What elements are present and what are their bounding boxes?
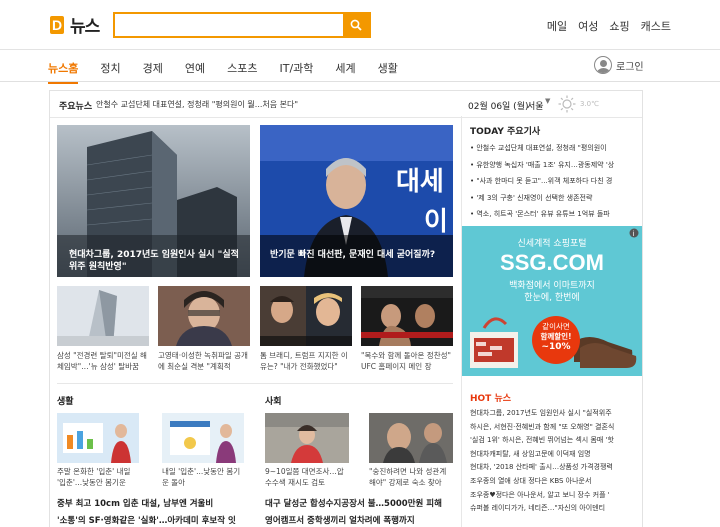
nav-cast[interactable]: 캐스트 [641,18,671,34]
ad-badge-line-2: 함께할인! [540,332,572,341]
tab-it-science[interactable]: IT/과학 [280,60,314,84]
section-life-title[interactable]: 생활 [57,394,74,407]
today-item[interactable]: 안철수 교섭단체 대표연설, 정청래 "평의원이 [470,143,642,160]
overlay-text-2: 이 [424,207,448,237]
hot-item[interactable]: 슈퍼볼 레이디가가, 네티즌…"자신의 아이덴티 [470,503,642,517]
thumb-weather-2[interactable] [162,413,244,463]
search-box [113,12,371,38]
thumb-brady[interactable] [260,286,352,346]
society-headline-1[interactable]: 대구 달성군 합성수지공장서 불…5000만원 피해 [265,497,455,509]
main-card-hyundai[interactable]: 현대차그룹, 2017년도 임원인사 실시 "실적위주 원칙반영" [57,125,250,277]
ticker-label: 주요뉴스 [59,102,93,112]
trump-brady-image [260,286,352,346]
hot-news: HOT 뉴스 현대차그룹, 2017년도 임원인사 실시 "실적위주 하시은, … [462,385,642,517]
ad-discount-badge: 같이사면 함께할인! ~10% [532,316,580,364]
hot-item[interactable]: 현대차, '2018 산타페' 출시…상품성 가격경쟁력 [470,462,642,476]
hot-item[interactable]: 하시은, 서현진·전혜빈과 함께 "또 오해영" 결혼식 [470,422,642,436]
thumb-society-1-title[interactable]: 9~10일쯤 대면조사…압수수색 재시도 검토 [265,466,349,488]
ad-brand-top: 신세계적 쇼핑포털 [517,239,587,249]
main-card-moon-title: 반기문 빠진 대선판, 문재인 대세 굳어질까? [270,250,436,260]
weather-city[interactable]: 서울 [527,99,544,112]
sun-icon [558,95,576,113]
samsung-building-image [57,286,149,346]
hot-item[interactable]: 조우종♥정다은 아나운서, 알고 보니 장수 커플 ' [470,490,642,504]
main-card-hyundai-title: 현대차그룹, 2017년도 임원인사 실시 "실적위주 원칙반영" [69,250,239,272]
life-headline-2[interactable]: '소통'의 SF·영화같은 '실화'…아카데미 후보작 잇 [57,514,247,526]
logo-letter: D [50,15,64,34]
society-headline-2[interactable]: 영어캠프서 중학생끼리 얼차려에 폭행까지 [265,514,455,526]
hot-item[interactable]: '실검 1위' 하시은, 전혜빈 뛰어넘는 섹시 몸매 '핫 [470,435,642,449]
tab-sports[interactable]: 스포츠 [227,60,257,84]
daum-news-logo[interactable]: D 뉴스 [50,12,100,37]
thumb-samsung[interactable] [57,286,149,346]
life-headline-1[interactable]: 중부 최고 10cm 입춘 대설, 남부엔 겨울비 [57,497,213,509]
tab-life[interactable]: 생활 [378,60,398,84]
ticker-date: 02월 06일 (월) [468,102,529,112]
thumb-choi-title[interactable]: 고영태·이성한 녹취파일 공개에 최순실 격분 "계획적 [158,350,250,372]
thumb-choi[interactable] [158,286,250,346]
thumb-weather-1-title[interactable]: 주말 온화한 '입춘' 내일 '입춘'...낮동안 봄기운 [57,466,139,488]
weather-temp: 3.0℃ [580,100,599,108]
thumb-ufc-title[interactable]: "복수와 함께 돌아온 정찬성" UFC 홈페이지 메인 장 [361,350,453,372]
hot-item[interactable]: 현대차그룹, 2017년도 임원인사 실시 "실적위주 [470,408,642,422]
hot-item[interactable]: 현대차캐피탈, 새 상임고문에 이덕재 임명 [470,449,642,463]
thumb-weather-2-title[interactable]: 내일 '입춘'...낮동안 봄기운 돌아 [162,466,244,488]
weather-forecast-image-2 [162,413,244,463]
today-title: TODAY 주요기사 [470,127,541,137]
nav-shopping[interactable]: 쇼핑 [609,18,629,34]
president-image [265,413,349,463]
today-item[interactable]: 유한양행 녹십자 '매출 1조' 유지…광동제약 '상 [470,160,642,177]
thumb-brady-title[interactable]: 톰 브래디, 트럼프 지지한 이유는? "내가 전화했었다" [260,350,352,372]
login-button[interactable]: 로그인 [594,56,644,74]
login-label: 로그인 [616,61,644,73]
today-item[interactable]: '제 3의 구충' 신재영이 선택한 생존전략 [470,193,642,210]
ad-badge-line-3: ~10% [541,342,571,352]
top-nav: 메일 여성 쇼핑 캐스트 [547,18,671,34]
thumb-society-2-title[interactable]: "숭진하려면 나와 성관계해야" 강제로 숙소 찾아 [369,466,453,488]
section-society-title[interactable]: 사회 [265,394,282,407]
main-card-moon[interactable]: 대세 이 반기문 빠진 대선판, 문재인 대세 굳어질까? [260,125,453,277]
thumb-ufc[interactable] [361,286,453,346]
search-icon [350,19,362,31]
search-button[interactable] [343,14,369,36]
tab-news-home[interactable]: 뉴스홈 [48,60,79,84]
ssg-ad-banner[interactable]: i 신세계적 쇼핑포털 SSG.COM 백화점에서 이마트까지 한눈에, 한번에… [462,226,642,376]
ufc-fighter-image [361,286,453,346]
protest-image [369,413,453,463]
thumb-samsung-title[interactable]: 삼성 "전경련 탈퇴"미전실 해체임박"…'뉴 삼성' 탈바꿈 [57,350,149,372]
divider [57,383,453,384]
thumb-society-2[interactable] [369,413,453,463]
tab-politics[interactable]: 정치 [100,60,120,84]
hot-item[interactable]: 조우종의 열애 상대 정다은 KBS 아나운서 [470,476,642,490]
today-item[interactable]: "사과 한마디 못 듣고"...위객 체포하다 다친 경 [470,176,642,193]
weather-forecast-image [57,413,139,463]
ad-brand: SSG.COM [500,250,604,275]
chevron-down-icon[interactable]: ▼ [545,97,550,105]
woman-protest-image [158,286,250,346]
nav-mail[interactable]: 메일 [547,18,567,34]
nav-women[interactable]: 여성 [578,18,598,34]
search-input[interactable] [115,14,343,36]
tab-world[interactable]: 세계 [335,60,355,84]
thumb-weather-1[interactable] [57,413,139,463]
ticker-headline[interactable]: 안철수 교섭단체 대표연설, 정청래 "평의원이 뭘...처음 본다" [96,99,298,110]
today-top-articles: TODAY 주요기사 안철수 교섭단체 대표연설, 정청래 "평의원이 유한양행… [462,116,642,226]
tab-economy[interactable]: 경제 [143,60,163,84]
headline-ticker: 주요뉴스 안철수 교섭단체 대표연설, 정청래 "평의원이 뭘...처음 본다"… [50,91,642,118]
overlay-text-1: 대세 [396,167,444,197]
ad-badge-line-1: 같이사면 [542,322,570,331]
logo-text: 뉴스 [70,17,100,37]
header: D 뉴스 메일 여성 쇼핑 캐스트 [0,0,720,50]
user-icon [594,56,612,74]
thumb-society-1[interactable] [265,413,349,463]
today-item[interactable]: 역소, 히트곡 '몬스터' 유뷰 유튜브 1억뷰 돌파 [470,209,642,226]
hot-news-title: HOT 뉴스 [470,394,512,404]
tab-entertainment[interactable]: 연예 [185,60,205,84]
